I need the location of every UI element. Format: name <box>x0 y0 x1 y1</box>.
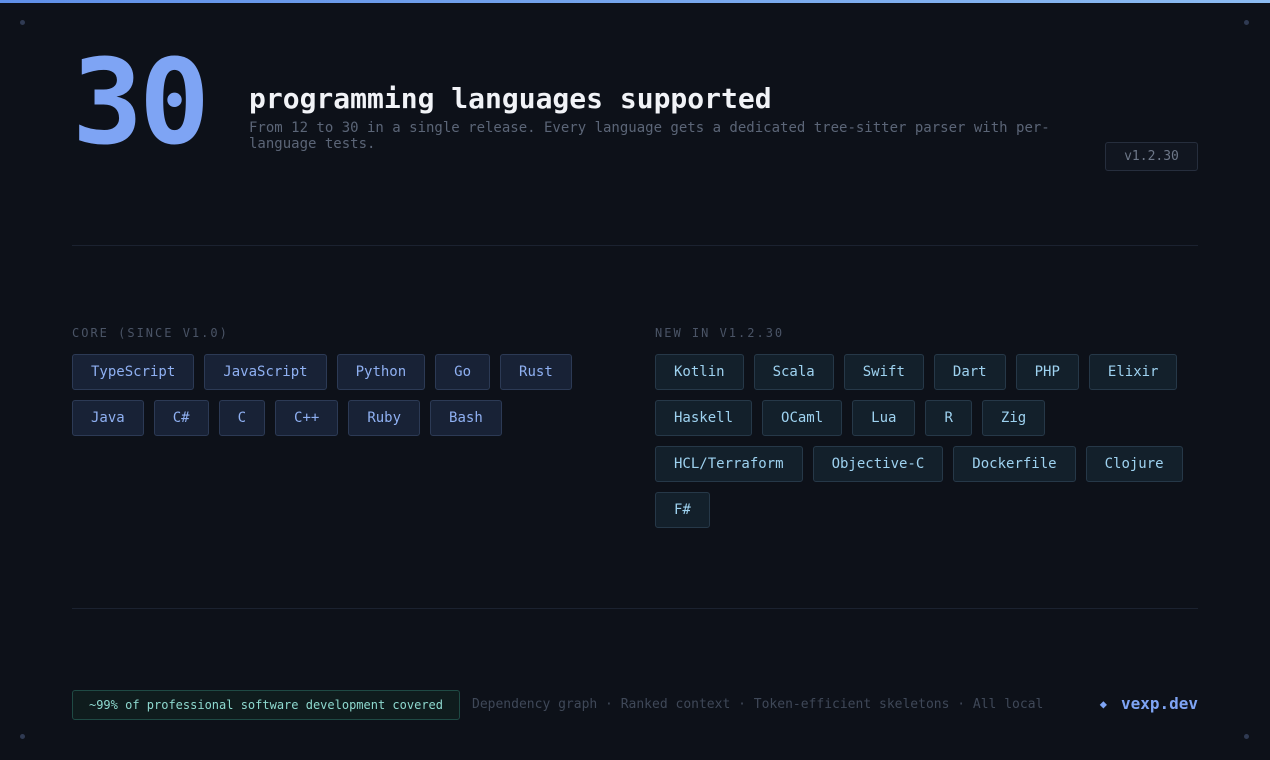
brand-name: vexp.dev <box>1120 694 1198 713</box>
core-language-ruby-chip: Ruby <box>348 400 421 436</box>
corner-dot-top-right <box>1244 20 1249 25</box>
corner-dot-bottom-right <box>1244 734 1249 739</box>
new-language-elixir-chip: Elixir <box>1088 354 1178 390</box>
new-language-hcl-terraform-chip: HCL/Terraform <box>655 446 803 482</box>
core-language-java-chip: Java <box>72 400 144 436</box>
new-language-dockerfile-chip: Dockerfile <box>953 446 1076 482</box>
new-language-haskell-chip: Haskell <box>655 400 753 436</box>
new-section-label: NEW IN V1.2.30 <box>655 326 785 340</box>
new-language-clojure-chip: Clojure <box>1085 446 1183 482</box>
new-language-f-chip: F# <box>655 492 710 528</box>
new-language-lua-chip: Lua <box>852 400 916 436</box>
diamond-icon: ◆ <box>1099 696 1107 711</box>
divider-top <box>72 245 1198 246</box>
corner-dot-top-left <box>20 20 25 25</box>
core-language-c-chip: C++ <box>275 400 339 436</box>
core-language-typescript-chip: TypeScript <box>72 354 195 390</box>
top-accent-bar <box>0 0 1270 3</box>
brand[interactable]: ◆ vexp.dev <box>1100 694 1198 713</box>
hero-number: 30 <box>72 33 210 171</box>
new-language-kotlin-chip: Kotlin <box>655 354 744 390</box>
new-language-php-chip: PHP <box>1015 354 1079 390</box>
new-language-scala-chip: Scala <box>753 354 834 390</box>
core-language-javascript-chip: JavaScript <box>204 354 327 390</box>
new-language-list: Kotlin Scala Swift Dart PHP Elixir Haskell OCam… <box>655 354 1198 528</box>
new-language-dart-chip: Dart <box>933 354 1006 390</box>
core-language-c-chip: C# <box>153 400 209 436</box>
hero-title: programming languages supported <box>249 82 772 115</box>
coverage-badge: ~99% of professional software developmen… <box>72 690 460 720</box>
hero-description: From 12 to 30 in a single release. Every… <box>249 120 1050 152</box>
new-language-r-chip: R <box>925 400 972 436</box>
core-language-c-chip: C <box>218 400 266 436</box>
core-language-python-chip: Python <box>336 354 426 390</box>
core-language-go-chip: Go <box>435 354 491 390</box>
divider-bottom <box>72 608 1198 609</box>
feature-list: Dependency graph · Ranked context · Toke… <box>472 697 1044 712</box>
new-language-ocaml-chip: OCaml <box>762 400 843 436</box>
core-section-label: CORE (SINCE V1.0) <box>72 326 229 340</box>
new-language-swift-chip: Swift <box>843 354 924 390</box>
core-language-rust-chip: Rust <box>500 354 572 390</box>
new-language-objective-c-chip: Objective-C <box>812 446 944 482</box>
new-language-zig-chip: Zig <box>981 400 1046 436</box>
core-language-bash-chip: Bash <box>430 400 502 436</box>
core-language-list: TypeScript JavaScript Python Go Rust Java C# C C… <box>72 354 592 436</box>
corner-dot-bottom-left <box>20 734 25 739</box>
version-badge: v1.2.30 <box>1105 142 1198 171</box>
